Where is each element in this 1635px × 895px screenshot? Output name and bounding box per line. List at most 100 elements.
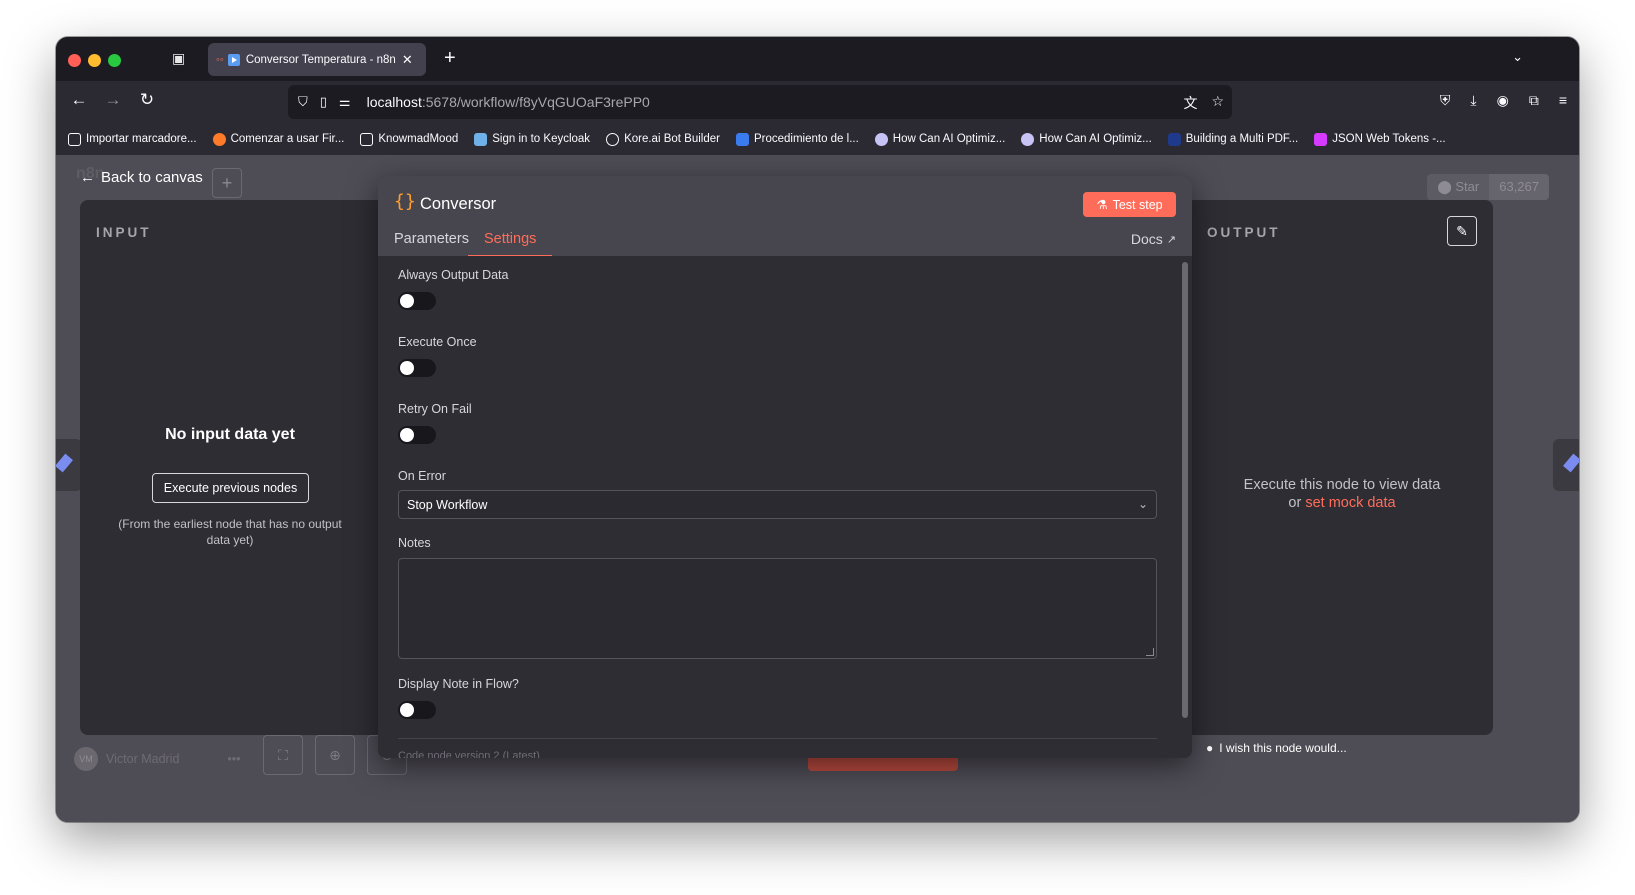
retry-on-fail-label: Retry On Fail [398, 402, 472, 416]
pin-data-tab-right[interactable] [1553, 439, 1579, 491]
url-bar[interactable]: ⛉ ▯ ⚌ localhost:5678/workflow/f8yVqGUOaF… [288, 85, 1232, 119]
execute-once-label: Execute Once [398, 335, 477, 349]
output-panel: OUTPUT ✎ Execute this node to view data … [1191, 200, 1493, 735]
navigation-bar: ← → ↻ ⛉ ▯ ⚌ localhost:5678/workflow/f8yV… [56, 81, 1579, 123]
input-label: INPUT [96, 225, 152, 240]
code-braces-icon: {} [394, 191, 416, 212]
node-title[interactable]: Conversor [420, 195, 496, 214]
scrollbar[interactable] [1182, 262, 1188, 718]
extensions-icon[interactable]: ⧉ [1529, 92, 1539, 109]
keycloak-icon [474, 132, 488, 146]
import-icon [68, 132, 81, 146]
output-label: OUTPUT [1207, 225, 1281, 240]
node-version-text: Code node version 2 (Latest) [398, 750, 540, 758]
tab-settings[interactable]: Settings [468, 231, 553, 257]
set-mock-data-link[interactable]: set mock data [1305, 495, 1395, 511]
bookmarks-bar: Importar marcadore... Comenzar a usar Fi… [56, 123, 1579, 155]
settings-panel: Always Output Data Execute Once Retry On… [378, 256, 1192, 758]
avatar: VM [74, 747, 98, 771]
edit-output-button[interactable]: ✎ [1447, 216, 1477, 246]
bookmark-item[interactable]: How Can AI Optimiz... [1021, 132, 1152, 146]
back-to-canvas-link[interactable]: ← Back to canvas [80, 169, 203, 186]
shield-icon[interactable]: ⛉ [298, 94, 308, 110]
execute-once-toggle[interactable] [398, 359, 436, 377]
back-arrow-icon[interactable]: ← [68, 90, 90, 110]
github-star-widget[interactable]: ⬤ Star 63,267 [1427, 174, 1549, 200]
tab-list-chevron-icon[interactable]: ⌄ [1512, 49, 1523, 65]
no-input-title: No input data yet [165, 426, 295, 443]
on-error-label: On Error [398, 469, 446, 483]
display-note-label: Display Note in Flow? [398, 677, 519, 691]
input-panel: INPUT No input data yet Execute previous… [80, 200, 380, 735]
zoom-in-button[interactable]: ⊕ [315, 735, 355, 775]
reload-icon[interactable]: ↻ [136, 90, 158, 110]
bookmark-item[interactable]: Procedimiento de l... [735, 132, 859, 146]
add-node-button[interactable]: + [212, 168, 242, 198]
minimize-window-button[interactable] [88, 54, 101, 67]
close-tab-icon[interactable]: ✕ [402, 52, 413, 68]
pin-data-tab[interactable] [56, 439, 82, 491]
firefox-icon [212, 132, 226, 146]
n8n-favicon-icon: ◦◦ [216, 53, 224, 66]
display-note-toggle[interactable] [398, 701, 436, 719]
bookmark-item[interactable]: KnowmadMood [360, 132, 458, 146]
pocket-icon[interactable]: ⛨ [1440, 92, 1451, 109]
github-star-count: 63,267 [1489, 174, 1549, 200]
bookmark-item[interactable]: JSON Web Tokens -... [1314, 132, 1446, 146]
output-hint: Execute this node to view data or set mo… [1243, 477, 1441, 511]
media-playing-icon[interactable] [227, 53, 240, 66]
browser-tab-active[interactable]: ◦◦ Conversor Temperatura - n8n ✕ [208, 43, 426, 76]
github-star-label: ⬤ Star [1427, 174, 1490, 200]
tab-parameters[interactable]: Parameters [394, 231, 469, 247]
tab-overview-icon[interactable]: ▣ [172, 50, 190, 66]
resize-handle-icon[interactable] [1146, 648, 1154, 656]
retry-on-fail-toggle[interactable] [398, 426, 436, 444]
page-icon[interactable]: ▯ [320, 94, 327, 110]
no-input-hint: (From the earliest node that has no outp… [118, 517, 342, 547]
user-name: Victor Madrid [106, 752, 180, 766]
always-output-label: Always Output Data [398, 268, 509, 282]
forward-arrow-icon[interactable]: → [102, 90, 124, 110]
on-error-select[interactable]: Stop Workflow ⌄ [398, 490, 1157, 519]
globe-icon [606, 132, 620, 146]
bookmark-item[interactable]: Building a Multi PDF... [1167, 132, 1298, 146]
permissions-icon[interactable]: ⚌ [339, 94, 351, 110]
bookmark-item[interactable]: Comenzar a usar Fir... [212, 132, 344, 146]
bookmark-item[interactable]: How Can AI Optimiz... [874, 132, 1005, 146]
article-icon [1021, 132, 1035, 146]
jwt-icon [1314, 132, 1328, 146]
tab-strip: ▣ ◦◦ Conversor Temperatura - n8n ✕ + ⌄ [56, 37, 1579, 81]
close-window-button[interactable] [68, 54, 81, 67]
new-tab-icon[interactable]: + [444, 47, 456, 70]
fit-view-button[interactable]: ⛶ [263, 735, 303, 775]
execute-previous-nodes-button[interactable]: Execute previous nodes [152, 473, 309, 503]
bookmark-item[interactable]: Kore.ai Bot Builder [606, 132, 720, 146]
menu-icon[interactable]: ≡ [1559, 92, 1567, 109]
external-link-icon: ↗ [1166, 233, 1176, 246]
account-icon[interactable]: ◉ [1497, 92, 1509, 109]
chevron-down-icon: ⌄ [1137, 497, 1148, 511]
flask-icon: ⚗ [1096, 198, 1108, 212]
tab-title: Conversor Temperatura - n8n [245, 53, 396, 66]
divider [398, 738, 1157, 739]
download-icon[interactable]: ⤓ [1470, 92, 1476, 109]
maximize-window-button[interactable] [108, 54, 121, 67]
n8n-app: n8n ← Back to canvas + ⬤ Star 63,267 INP… [56, 155, 1579, 822]
test-step-button[interactable]: ⚗ Test step [1083, 192, 1176, 217]
translate-icon[interactable]: 文 [1183, 93, 1197, 113]
article-icon [874, 132, 888, 146]
bookmark-item[interactable]: Sign in to Keycloak [474, 132, 590, 146]
folder-icon [360, 132, 374, 146]
always-output-toggle[interactable] [398, 292, 436, 310]
bookmark-item[interactable]: Importar marcadore... [68, 132, 197, 146]
url-text[interactable]: localhost:5678/workflow/f8yVqGUOaF3rePP0 [367, 94, 650, 110]
docs-link[interactable]: Docs ↗ [1131, 231, 1176, 247]
node-settings-modal: {} Conversor ⚗ Test step Parameters Sett… [378, 176, 1192, 758]
notes-textarea[interactable] [398, 558, 1157, 659]
user-menu[interactable]: VM Victor Madrid ••• [74, 747, 241, 771]
feedback-link[interactable]: ● I wish this node would... [1206, 741, 1347, 755]
more-options-icon[interactable]: ••• [227, 752, 240, 766]
notes-label: Notes [398, 536, 431, 550]
bookmark-star-icon[interactable]: ☆ [1211, 93, 1224, 113]
medium-icon [1167, 132, 1181, 146]
